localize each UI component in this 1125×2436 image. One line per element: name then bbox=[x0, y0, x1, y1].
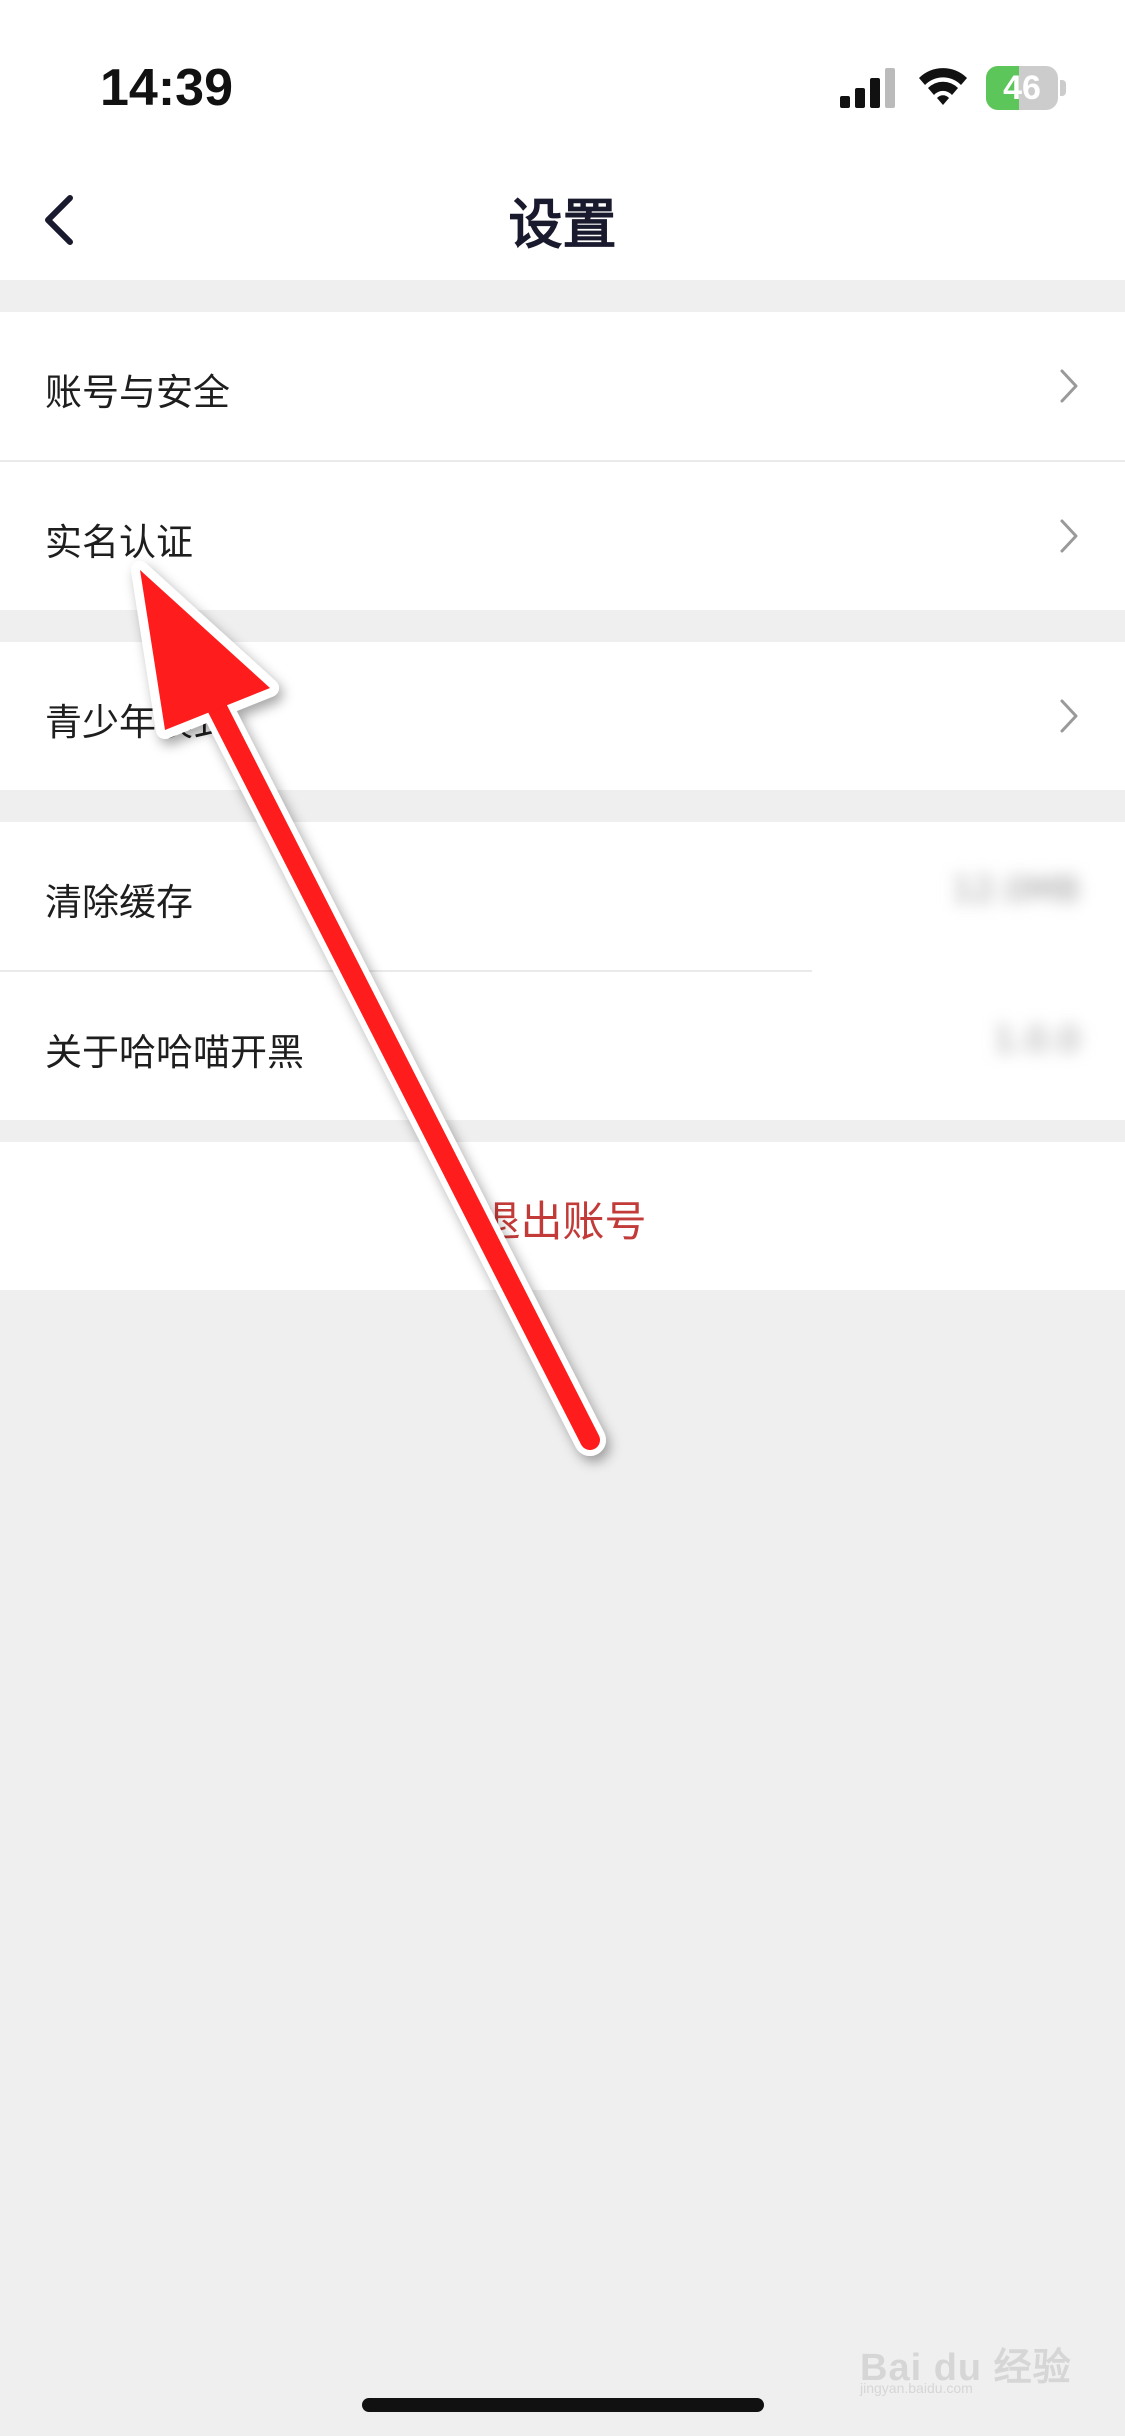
status-bar: 14:39 46 bbox=[0, 0, 1125, 150]
settings-item-about[interactable]: 关于哈哈喵开黑 1.0.0 bbox=[0, 972, 1125, 1120]
logout-label: 退出账号 bbox=[478, 1197, 647, 1246]
settings-group-youth: 青少年模式 bbox=[0, 642, 1125, 790]
settings-group-other: 清除缓存 12.0MB 关于哈哈喵开黑 1.0.0 bbox=[0, 822, 1125, 1120]
settings-item-clear-cache[interactable]: 清除缓存 12.0MB bbox=[0, 822, 1125, 970]
settings-group-account: 账号与安全 实名认证 bbox=[0, 312, 1125, 610]
chevron-right-icon bbox=[1060, 699, 1078, 733]
settings-item-real-name-verification[interactable]: 实名认证 bbox=[0, 462, 1125, 610]
baidu-jingyan-watermark: Bai du 经验 jingyan.baidu.com bbox=[860, 2330, 1090, 2400]
settings-item-label: 实名认证 bbox=[45, 521, 193, 564]
logout-button[interactable]: 退出账号 bbox=[0, 1142, 1125, 1290]
app-version-value: 1.0.0 bbox=[993, 1020, 1080, 1060]
chevron-right-icon bbox=[1060, 369, 1078, 403]
logout-group: 退出账号 bbox=[0, 1142, 1125, 1290]
settings-item-label: 关于哈哈喵开黑 bbox=[45, 1031, 304, 1074]
cache-size-value: 12.0MB bbox=[951, 870, 1080, 910]
status-time: 14:39 bbox=[100, 59, 233, 117]
settings-item-label: 清除缓存 bbox=[45, 881, 193, 924]
battery-icon: 46 bbox=[986, 66, 1066, 110]
settings-item-youth-mode[interactable]: 青少年模式 bbox=[0, 642, 1125, 790]
battery-level-text: 46 bbox=[1003, 69, 1041, 107]
settings-item-label: 账号与安全 bbox=[45, 371, 230, 414]
cellular-signal-icon bbox=[840, 68, 895, 108]
chevron-right-icon bbox=[1060, 519, 1078, 553]
wifi-icon bbox=[919, 68, 967, 105]
page-title: 设置 bbox=[508, 193, 617, 256]
home-indicator[interactable] bbox=[362, 2398, 764, 2412]
watermark-url: jingyan.baidu.com bbox=[860, 2380, 973, 2396]
settings-item-account-security[interactable]: 账号与安全 bbox=[0, 312, 1125, 460]
navigation-bar: 设置 bbox=[0, 150, 1125, 280]
settings-item-label: 青少年模式 bbox=[45, 701, 230, 744]
